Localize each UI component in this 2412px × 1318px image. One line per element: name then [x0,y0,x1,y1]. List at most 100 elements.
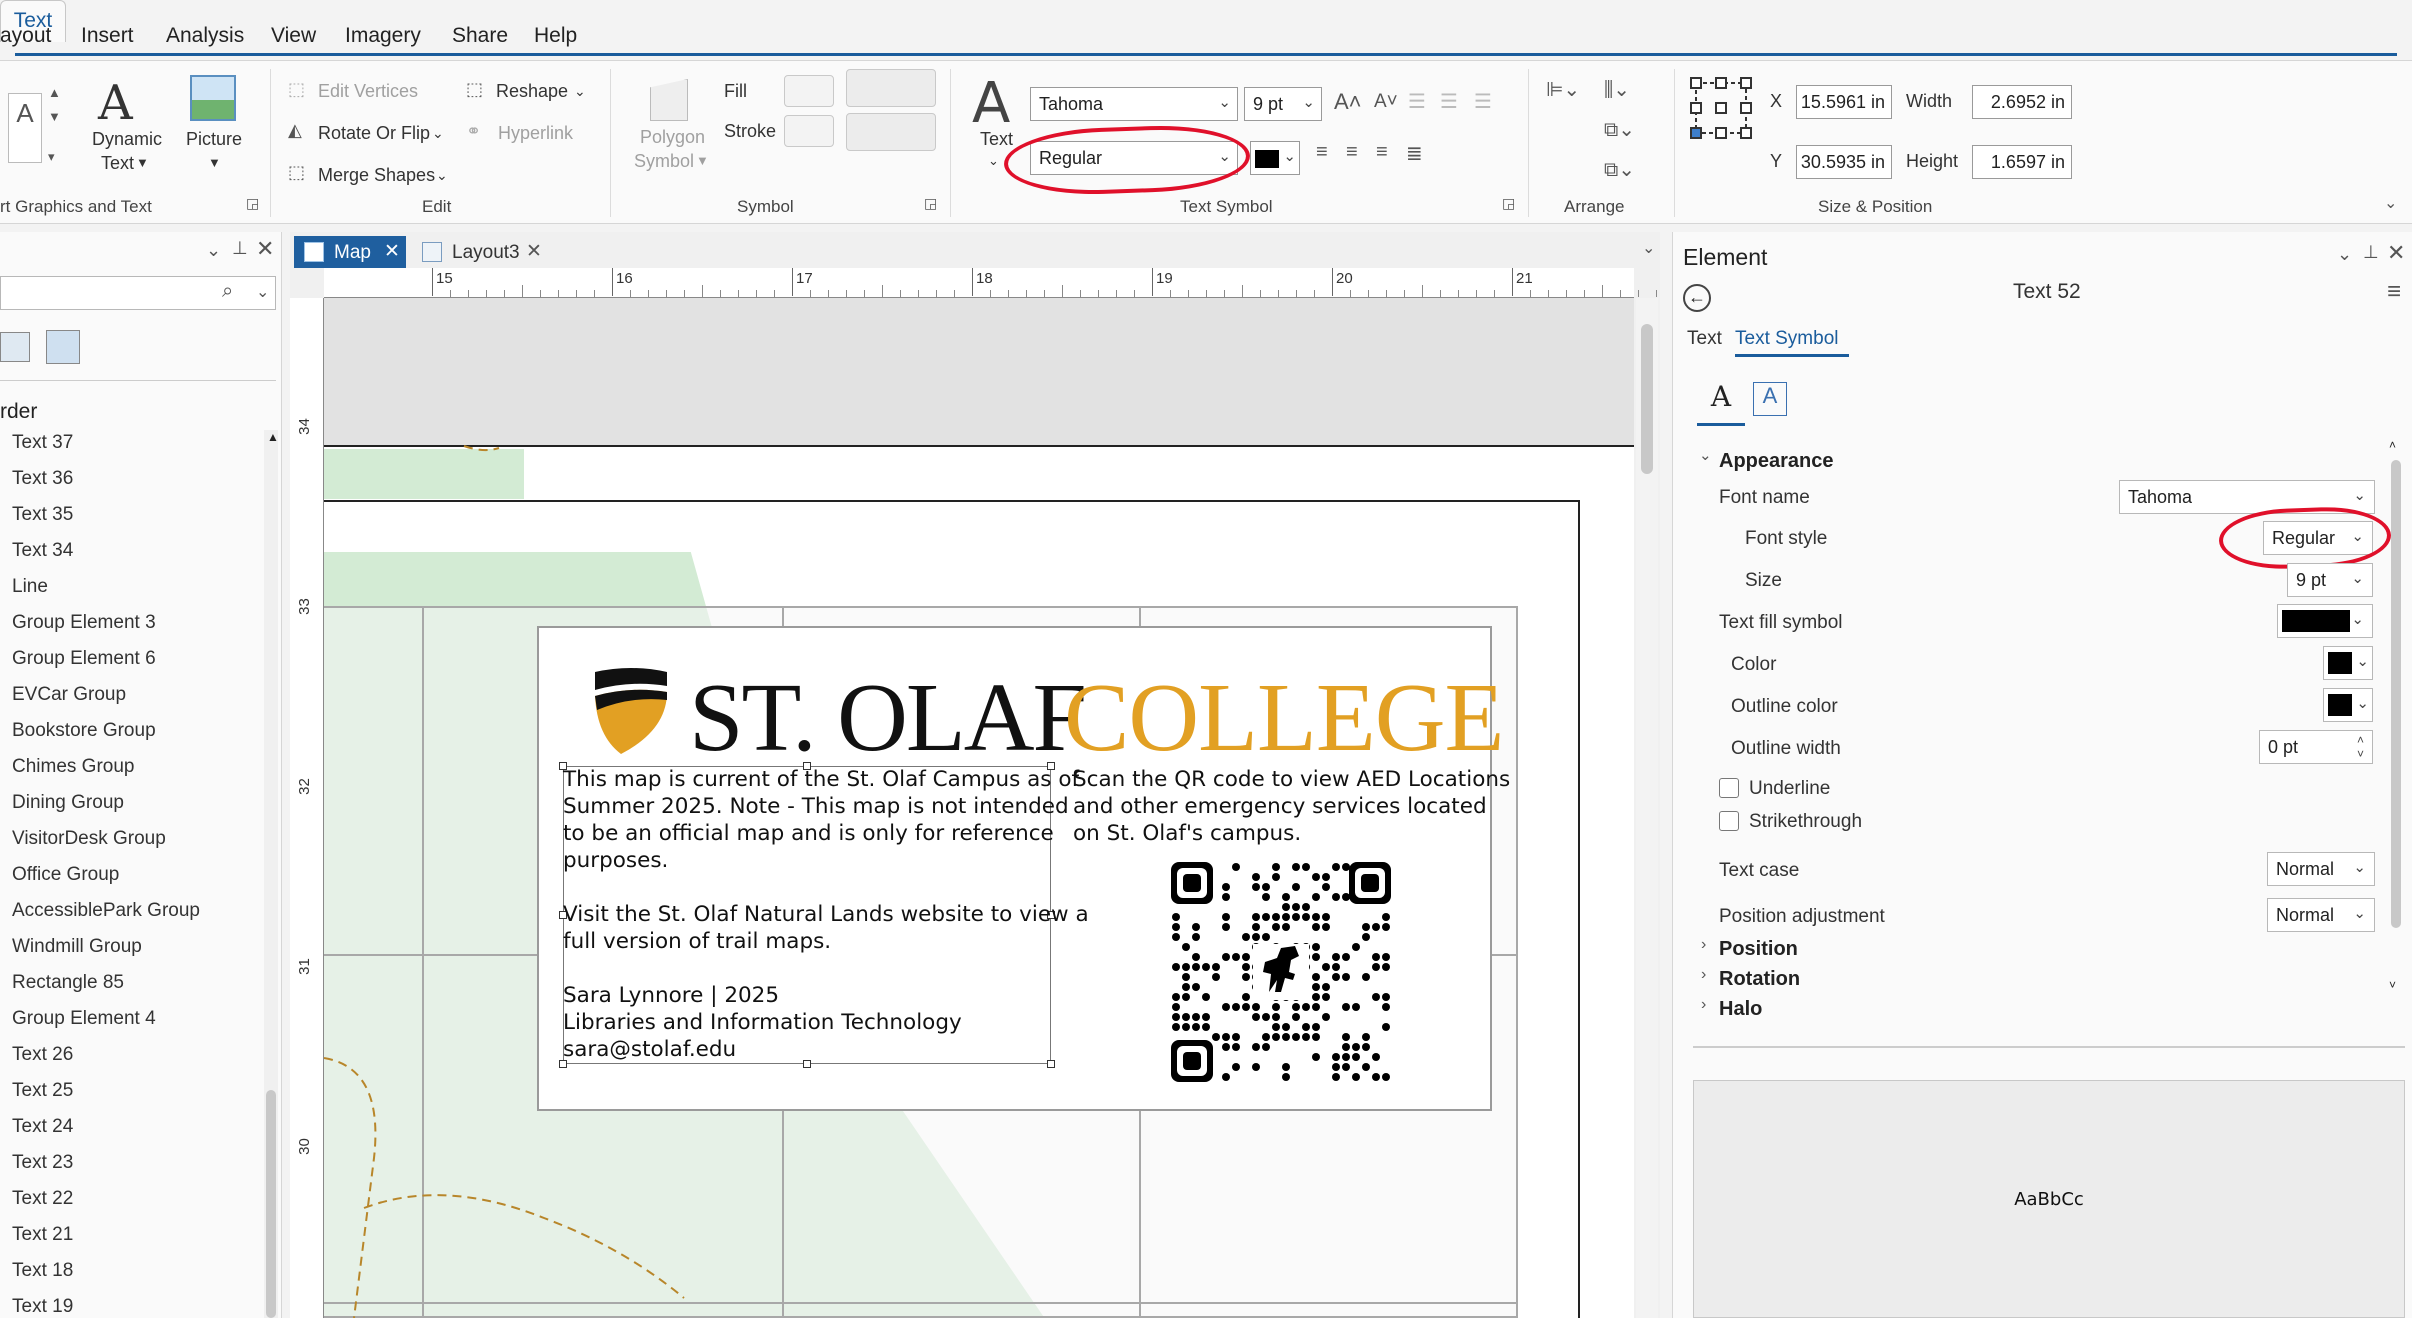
shrink-font-icon[interactable]: A˅ [1374,91,1398,113]
polygon-symbol-icon[interactable] [650,79,688,121]
layer-list-item[interactable]: Windmill Group [12,936,142,958]
tab-layout3[interactable]: Layout3 ✕ [412,236,552,268]
scroll-down-icon[interactable]: ˅ [2389,978,2396,992]
menu-insert[interactable]: Insert [81,24,134,48]
outline-width-input[interactable]: 0 pt ˄ ˅ [2259,730,2373,764]
picture-label[interactable]: Picture [186,129,242,150]
layer-list-item[interactable]: Group Element 6 [12,648,156,670]
layer-list-item[interactable]: Rectangle 85 [12,972,124,994]
height-input[interactable]: 1.6597 in [1972,145,2072,179]
layer-list-item[interactable]: Text 37 [12,432,73,454]
gallery-down-icon[interactable]: ▼ [48,109,61,124]
align-objects-icon[interactable]: ⊫⌄ [1546,77,1580,102]
pin-icon[interactable]: ⊥ [2363,242,2379,263]
list-by-drawing-order-icon[interactable] [0,332,30,362]
close-icon[interactable]: ✕ [2387,240,2405,266]
chevron-right-icon[interactable]: › [1701,966,1706,984]
menu-layout[interactable]: ayout [0,24,51,48]
bullet-list-icon[interactable]: ☰ [1408,89,1426,114]
ribbon-text-color-picker[interactable]: ⌄ [1250,141,1300,175]
hyperlink-button[interactable]: Hyperlink [498,123,573,144]
scroll-up-icon[interactable]: ˄ [2389,438,2396,452]
indent-icon[interactable]: ☰ [1474,89,1492,114]
menu-share[interactable]: Share [452,24,508,48]
strikethrough-checkbox[interactable] [1719,811,1739,831]
tab-map[interactable]: Map ✕ [294,236,406,268]
close-icon[interactable]: ✕ [384,240,400,263]
text-symbol-launcher-icon[interactable]: ◲ [1502,195,1515,212]
search-options-icon[interactable]: ⌄ [256,282,269,302]
polygon-dropdown-icon[interactable]: ▼ [696,153,709,168]
color-picker[interactable]: ⌄ [2323,646,2373,680]
scroll-thumb[interactable] [266,1090,276,1318]
stroke-swatch[interactable] [784,115,834,147]
polygon-symbol-label2[interactable]: Symbol [634,151,694,172]
dynamic-text-icon[interactable]: A [98,75,133,131]
menu-imagery[interactable]: Imagery [345,24,421,48]
panel-menu-icon[interactable]: ⌄ [206,240,221,261]
width-input[interactable]: 2.6952 in [1972,85,2072,119]
fill-swatch[interactable] [784,75,834,107]
reshape-dropdown-icon[interactable]: ⌄ [574,83,586,100]
text-case-select[interactable]: Normal ⌄ [2267,852,2375,886]
underline-checkbox[interactable] [1719,778,1739,798]
group-icon[interactable]: ⧉⌄ [1604,117,1635,142]
list-scrollbar[interactable]: ▲ [264,430,279,1318]
layer-list-item[interactable]: Text 36 [12,468,73,490]
text-fill-symbol-picker[interactable]: ⌄ [2277,604,2373,638]
layer-list-item[interactable]: Text 24 [12,1116,73,1138]
menu-view[interactable]: View [271,24,316,48]
text-tool-dropdown-icon[interactable]: ⌄ [988,153,999,169]
appearance-section[interactable]: Appearance [1719,450,1834,473]
layer-list-item[interactable]: Text 23 [12,1152,73,1174]
layer-list-item[interactable]: VisitorDesk Group [12,828,166,850]
symbol-properties-icon[interactable]: A [1697,380,1745,426]
merge-dropdown-icon[interactable]: ⌄ [436,167,448,184]
spinner-icon[interactable]: ˄ ˅ [2357,733,2364,761]
dynamic-text-label[interactable]: Dynamic [92,129,162,150]
layer-list-item[interactable]: Group Element 4 [12,1008,156,1030]
chevron-down-icon[interactable]: ⌄ [1699,446,1712,464]
symbol-launcher-icon[interactable]: ◲ [924,195,937,212]
scroll-thumb[interactable] [2391,460,2401,928]
layer-list-item[interactable]: Chimes Group [12,756,135,778]
y-input[interactable]: 30.5935 in [1796,145,1892,179]
close-icon[interactable]: ✕ [256,236,274,262]
hamburger-menu-icon[interactable]: ≡ [2387,278,2401,306]
layer-list-item[interactable]: Group Element 3 [12,612,156,634]
selection-handle[interactable] [1047,1060,1055,1068]
info-box[interactable]: ST. OLAF COLLEGE This map is current of … [537,626,1510,1111]
text-gallery-icon[interactable]: A [8,93,42,163]
menu-analysis[interactable]: Analysis [166,24,244,48]
align-center-icon[interactable]: ≡ [1346,141,1358,164]
tab-text-pane[interactable]: Text [1687,328,1722,350]
text-tool-label[interactable]: Text [980,129,1013,150]
rotation-section[interactable]: Rotation [1719,968,1800,991]
ribbon-font-name-select[interactable]: Tahoma ⌄ [1030,87,1238,121]
layer-list-item[interactable]: AccessiblePark Group [12,900,200,922]
close-icon[interactable]: ✕ [526,240,542,263]
chevron-right-icon[interactable]: › [1701,936,1706,954]
picture-icon[interactable] [190,75,236,121]
layer-list-item[interactable]: Text 25 [12,1080,73,1102]
align-left-icon[interactable]: ≡ [1316,141,1328,164]
outline-color-picker[interactable]: ⌄ [2323,688,2373,722]
rotate-or-flip-button[interactable]: Rotate Or Flip [318,123,430,144]
tab-text-symbol[interactable]: Text Symbol [1735,328,1838,350]
pin-icon[interactable]: ⊥ [232,238,248,259]
selection-handle[interactable] [803,1060,811,1068]
scroll-up-icon[interactable]: ▲ [267,430,279,444]
layer-list-item[interactable]: Text 19 [12,1296,73,1318]
search-input[interactable] [0,276,276,310]
layer-list-item[interactable]: Text 35 [12,504,73,526]
view-menu-icon[interactable]: ⌄ [1642,238,1655,258]
reshape-button[interactable]: Reshape [496,81,568,102]
list-by-type-icon[interactable] [46,330,80,364]
layer-list-item[interactable]: Line [12,576,48,598]
dynamic-text-dropdown-icon[interactable]: ▼ [136,155,149,170]
layer-list-item[interactable]: Text 34 [12,540,73,562]
gallery-more-icon[interactable]: ▾ [48,149,55,165]
align-right-icon[interactable]: ≡ [1376,141,1388,164]
layer-list-item[interactable]: Text 18 [12,1260,73,1282]
dynamic-text-label2[interactable]: Text [101,153,134,174]
